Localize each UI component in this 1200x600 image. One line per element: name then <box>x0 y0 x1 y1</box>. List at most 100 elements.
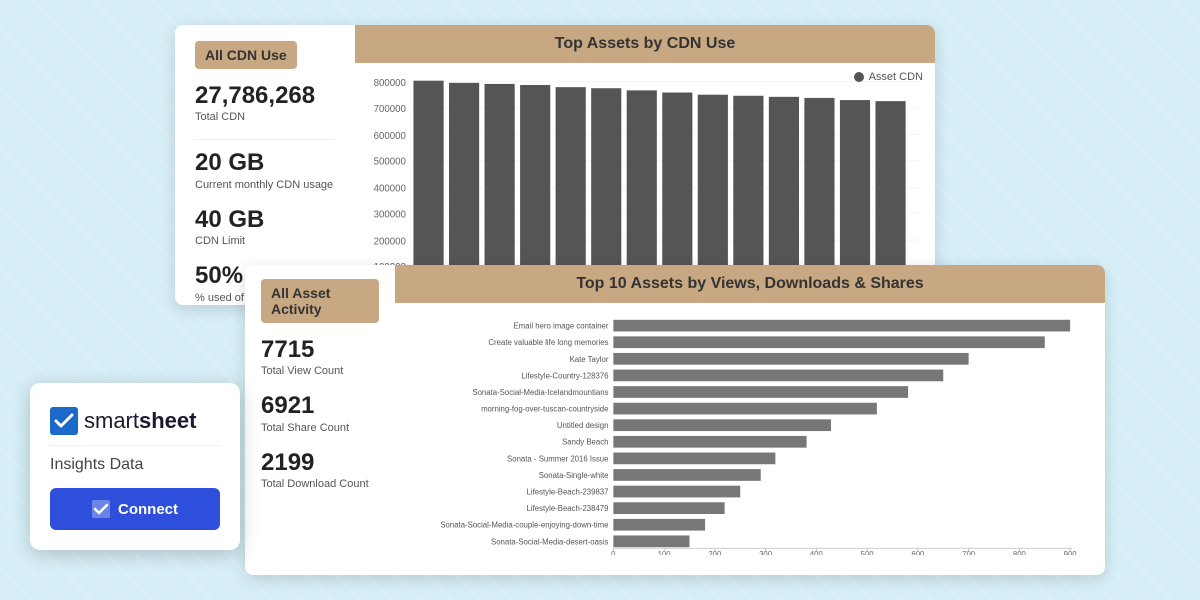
cdn-limit-label: CDN Limit <box>195 235 335 247</box>
cdn-total-label: Total CDN <box>195 111 335 123</box>
smartsheet-card: smartsheet Insights Data Connect <box>30 383 240 550</box>
bar-5 <box>556 87 586 284</box>
cdn-panel: All CDN Use 27,786,268 Total CDN 20 GB C… <box>175 25 935 305</box>
svg-text:200: 200 <box>708 550 722 555</box>
hbar-7 <box>613 419 831 431</box>
card-divider <box>50 445 220 446</box>
cdn-monthly-label: Current monthly CDN usage <box>195 179 335 191</box>
svg-text:600000: 600000 <box>374 131 407 142</box>
main-container: All CDN Use 27,786,268 Total CDN 20 GB C… <box>0 0 1200 600</box>
svg-text:Lifestyle-Beach-239837: Lifestyle-Beach-239837 <box>527 487 609 496</box>
activity-horiz-chart: Email hero image container Create valuab… <box>395 303 1105 563</box>
activity-stat-downloads: 2199 Total Download Count <box>261 450 379 490</box>
bar-2 <box>449 83 479 284</box>
cdn-chart-title: Top Assets by CDN Use <box>355 25 935 63</box>
activity-downloads-value: 2199 <box>261 450 379 476</box>
cdn-bar-chart-svg: 800000 700000 600000 500000 400000 30000… <box>365 73 925 293</box>
connect-button[interactable]: Connect <box>50 488 220 530</box>
svg-text:300000: 300000 <box>374 209 407 220</box>
svg-text:900: 900 <box>1064 550 1078 555</box>
hbar-1 <box>613 320 1070 332</box>
activity-chart-title: Top 10 Assets by Views, Downloads & Shar… <box>395 265 1105 303</box>
hbar-12 <box>613 502 724 514</box>
smartsheet-name: smartsheet <box>84 408 196 434</box>
svg-text:Sonata-Social-Media-Icelandmou: Sonata-Social-Media-Icelandmountians <box>472 388 608 397</box>
ss-name-light: smart <box>84 408 139 433</box>
activity-stat-views: 7715 Total View Count <box>261 337 379 377</box>
connect-button-label: Connect <box>118 501 178 518</box>
svg-text:500000: 500000 <box>374 157 407 168</box>
activity-chart-svg: Email hero image container Create valuab… <box>405 311 1095 555</box>
cdn-stat-limit: 40 GB CDN Limit <box>195 207 335 247</box>
svg-text:morning-fog-over-tuscan-countr: morning-fog-over-tuscan-countryside <box>481 405 608 414</box>
svg-text:500: 500 <box>861 550 875 555</box>
activity-views-label: Total View Count <box>261 365 379 377</box>
svg-text:100: 100 <box>658 550 672 555</box>
hbar-10 <box>613 469 760 481</box>
svg-text:Lifestyle-Beach-238479: Lifestyle-Beach-238479 <box>527 504 609 513</box>
svg-text:400000: 400000 <box>374 184 407 195</box>
activity-chart-section: Top 10 Assets by Views, Downloads & Shar… <box>395 265 1105 575</box>
hbar-6 <box>613 403 877 415</box>
connect-button-icon <box>92 500 110 518</box>
activity-downloads-label: Total Download Count <box>261 478 379 490</box>
activity-shares-label: Total Share Count <box>261 422 379 434</box>
hbar-8 <box>613 436 806 448</box>
cdn-stat-total: 27,786,268 Total CDN <box>195 83 335 123</box>
svg-text:Kate Taylor: Kate Taylor <box>570 355 609 364</box>
svg-text:300: 300 <box>759 550 773 555</box>
hbar-4 <box>613 370 943 382</box>
ss-name-bold: sheet <box>139 408 196 433</box>
cdn-stats-section: All CDN Use 27,786,268 Total CDN 20 GB C… <box>175 25 355 305</box>
activity-views-value: 7715 <box>261 337 379 363</box>
cdn-total-value: 27,786,268 <box>195 83 335 109</box>
bar-4 <box>520 85 550 284</box>
smartsheet-icon <box>50 407 78 435</box>
hbar-5 <box>613 386 908 398</box>
bar-7 <box>627 90 657 284</box>
hbar-9 <box>613 453 775 465</box>
hbar-2 <box>613 336 1044 348</box>
svg-text:Sonata-Social-Media-couple-enj: Sonata-Social-Media-couple-enjoying-down… <box>440 521 608 530</box>
svg-text:Sonata-Single-white: Sonata-Single-white <box>539 471 609 480</box>
svg-text:800: 800 <box>1013 550 1027 555</box>
svg-text:Sandy Beach: Sandy Beach <box>562 438 608 447</box>
svg-text:Lifestyle-Country-128376: Lifestyle-Country-128376 <box>521 371 608 380</box>
cdn-stat-monthly: 20 GB Current monthly CDN usage <box>195 150 335 190</box>
bar-11 <box>769 97 799 284</box>
svg-text:Sonata-Social-Media-desert-oas: Sonata-Social-Media-desert-oasis <box>491 537 609 546</box>
svg-text:Create valuable life long memo: Create valuable life long memories <box>488 338 608 347</box>
activity-stats-section: All Asset Activity 7715 Total View Count… <box>245 265 395 575</box>
cdn-bar-chart: Asset CDN 800000 700000 600000 500000 40… <box>355 63 935 293</box>
bar-14 <box>875 101 905 284</box>
svg-text:800000: 800000 <box>374 78 407 89</box>
hbar-11 <box>613 486 740 498</box>
svg-text:400: 400 <box>810 550 824 555</box>
bar-9 <box>698 95 728 285</box>
bar-10 <box>733 96 763 284</box>
cdn-monthly-value: 20 GB <box>195 150 335 176</box>
activity-panel: All Asset Activity 7715 Total View Count… <box>245 265 1105 575</box>
svg-text:Email hero image container: Email hero image container <box>514 322 609 331</box>
activity-stat-shares: 6921 Total Share Count <box>261 393 379 433</box>
legend-dot <box>854 72 864 82</box>
bar-12 <box>804 98 834 284</box>
legend-label: Asset CDN <box>869 71 923 83</box>
bar-6 <box>591 88 621 284</box>
cdn-limit-value: 40 GB <box>195 207 335 233</box>
smartsheet-logo: smartsheet <box>50 407 220 435</box>
smartsheet-subtitle: Insights Data <box>50 456 220 474</box>
cdn-chart-section: Top Assets by CDN Use Asset CDN 800000 7… <box>355 25 935 305</box>
hbar-13 <box>613 519 705 531</box>
hbar-14 <box>613 535 689 547</box>
cdn-section-label: All CDN Use <box>195 41 297 69</box>
svg-text:600: 600 <box>911 550 925 555</box>
svg-text:700000: 700000 <box>374 104 407 115</box>
bar-13 <box>840 100 870 284</box>
svg-text:Sonata - Summer 2016 Issue: Sonata - Summer 2016 Issue <box>507 454 608 463</box>
svg-text:Untitled design: Untitled design <box>557 421 609 430</box>
activity-shares-value: 6921 <box>261 393 379 419</box>
cdn-chart-legend: Asset CDN <box>854 71 923 83</box>
svg-text:200000: 200000 <box>374 236 407 247</box>
bar-1 <box>413 81 443 285</box>
